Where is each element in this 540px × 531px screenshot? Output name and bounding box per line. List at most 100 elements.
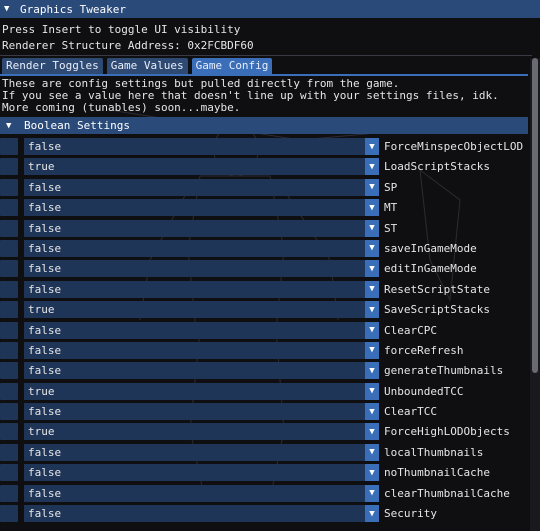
setting-value-dropdown[interactable]: false ▼ [24, 280, 379, 298]
vertical-scrollbar[interactable] [530, 58, 540, 531]
collapse-triangle-icon[interactable]: ▼ [4, 4, 14, 14]
setting-value-dropdown[interactable]: true ▼ [24, 158, 379, 176]
description-line: More coming (tunables) soon...maybe. [2, 101, 241, 114]
setting-value-dropdown[interactable]: false ▼ [24, 341, 379, 359]
dropdown-arrow-icon[interactable]: ▼ [365, 341, 379, 359]
dropdown-arrow-icon[interactable]: ▼ [365, 301, 379, 319]
info-block: Press Insert to toggle UI visibility Ren… [2, 22, 254, 54]
dropdown-arrow-icon[interactable]: ▼ [365, 382, 379, 400]
setting-checkbox[interactable] [0, 403, 18, 421]
dropdown-arrow-icon[interactable]: ▼ [365, 280, 379, 298]
tab-game-config[interactable]: Game Config [191, 58, 273, 74]
setting-name: MT [384, 201, 398, 215]
setting-value: false [28, 466, 62, 480]
setting-checkbox[interactable] [0, 260, 18, 278]
setting-value-dropdown[interactable]: false ▼ [24, 239, 379, 257]
setting-value-dropdown[interactable]: false ▼ [24, 484, 379, 502]
setting-row: false ▼ noThumbnailCache [0, 463, 530, 483]
setting-value-dropdown[interactable]: true ▼ [24, 301, 379, 319]
dropdown-arrow-icon[interactable]: ▼ [365, 321, 379, 339]
setting-name: noThumbnailCache [384, 466, 490, 480]
setting-name: editInGameMode [384, 262, 477, 276]
setting-value-dropdown[interactable]: false ▼ [24, 219, 379, 237]
setting-checkbox[interactable] [0, 158, 18, 176]
setting-value: false [28, 201, 62, 215]
setting-value: false [28, 364, 62, 378]
setting-checkbox[interactable] [0, 382, 18, 400]
setting-name: ForceMinspecObjectLOD [384, 140, 524, 153]
setting-checkbox[interactable] [0, 301, 18, 319]
setting-value-dropdown[interactable]: false ▼ [24, 199, 379, 217]
setting-checkbox[interactable] [0, 505, 18, 523]
dropdown-arrow-icon[interactable]: ▼ [365, 505, 379, 523]
dropdown-arrow-icon[interactable]: ▼ [365, 443, 379, 461]
scrollbar-thumb[interactable] [532, 58, 538, 373]
setting-value: false [28, 262, 62, 276]
setting-value-dropdown[interactable]: true ▼ [24, 423, 379, 441]
setting-checkbox[interactable] [0, 443, 18, 461]
dropdown-arrow-icon[interactable]: ▼ [365, 138, 379, 155]
setting-value-dropdown[interactable]: false ▼ [24, 505, 379, 523]
dropdown-arrow-icon[interactable]: ▼ [365, 158, 379, 176]
setting-value-dropdown[interactable]: false ▼ [24, 443, 379, 461]
setting-checkbox[interactable] [0, 199, 18, 217]
setting-checkbox[interactable] [0, 219, 18, 237]
setting-row: false ▼ ST [0, 219, 530, 239]
collapse-triangle-icon: ▼ [6, 120, 12, 131]
setting-checkbox[interactable] [0, 464, 18, 482]
setting-name: localThumbnails [384, 445, 484, 459]
setting-value-dropdown[interactable]: true ▼ [24, 382, 379, 400]
setting-value: false [28, 323, 62, 337]
setting-value: false [28, 282, 62, 296]
tab-underline [0, 74, 528, 76]
setting-value: false [28, 241, 62, 255]
boolean-settings-header[interactable]: ▼ Boolean Settings [0, 117, 528, 134]
setting-value-dropdown[interactable]: false ▼ [24, 321, 379, 339]
setting-row: false ▼ ResetScriptState [0, 280, 530, 300]
setting-checkbox[interactable] [0, 239, 18, 257]
dropdown-arrow-icon[interactable]: ▼ [365, 260, 379, 278]
setting-checkbox[interactable] [0, 484, 18, 502]
dropdown-arrow-icon[interactable]: ▼ [365, 199, 379, 217]
setting-checkbox[interactable] [0, 280, 18, 298]
setting-row: false ▼ editInGameMode [0, 259, 530, 279]
setting-row: true ▼ ForceHighLODObjects [0, 422, 530, 442]
setting-value-dropdown[interactable]: false ▼ [24, 362, 379, 380]
setting-value: true [28, 303, 55, 317]
setting-value-dropdown[interactable]: false ▼ [24, 178, 379, 196]
tab-render-toggles[interactable]: Render Toggles [2, 58, 103, 74]
setting-value-dropdown[interactable]: false ▼ [24, 260, 379, 278]
setting-checkbox[interactable] [0, 362, 18, 380]
window-title-bar[interactable]: ▼ Graphics Tweaker [0, 0, 540, 18]
setting-row: false ▼ MT [0, 198, 530, 218]
dropdown-arrow-icon[interactable]: ▼ [365, 403, 379, 421]
tab-bar: Render Toggles Game Values Game Config [2, 58, 273, 74]
setting-checkbox[interactable] [0, 321, 18, 339]
setting-name: Security [384, 507, 437, 521]
dropdown-arrow-icon[interactable]: ▼ [365, 423, 379, 441]
setting-name: ForceHighLODObjects [384, 425, 510, 439]
tab-game-values[interactable]: Game Values [106, 58, 188, 74]
dropdown-arrow-icon[interactable]: ▼ [365, 239, 379, 257]
setting-name: generateThumbnails [384, 364, 504, 378]
setting-value-dropdown[interactable]: false ▼ [24, 403, 379, 421]
setting-row: false ▼ forceRefresh [0, 341, 530, 361]
setting-name: saveInGameMode [384, 241, 477, 255]
setting-checkbox[interactable] [0, 178, 18, 196]
dropdown-arrow-icon[interactable]: ▼ [365, 362, 379, 380]
dropdown-arrow-icon[interactable]: ▼ [365, 178, 379, 196]
separator [0, 55, 532, 56]
setting-name: ST [384, 221, 398, 235]
setting-checkbox[interactable] [0, 341, 18, 359]
setting-value: false [28, 180, 62, 194]
setting-name: SP [384, 180, 398, 194]
setting-checkbox[interactable] [0, 423, 18, 441]
dropdown-arrow-icon[interactable]: ▼ [365, 484, 379, 502]
setting-checkbox[interactable] [0, 138, 18, 155]
setting-value-dropdown[interactable]: false ▼ [24, 138, 379, 155]
section-title: Boolean Settings [24, 119, 130, 132]
dropdown-arrow-icon[interactable]: ▼ [365, 219, 379, 237]
setting-value: true [28, 384, 55, 398]
setting-value-dropdown[interactable]: false ▼ [24, 464, 379, 482]
dropdown-arrow-icon[interactable]: ▼ [365, 464, 379, 482]
